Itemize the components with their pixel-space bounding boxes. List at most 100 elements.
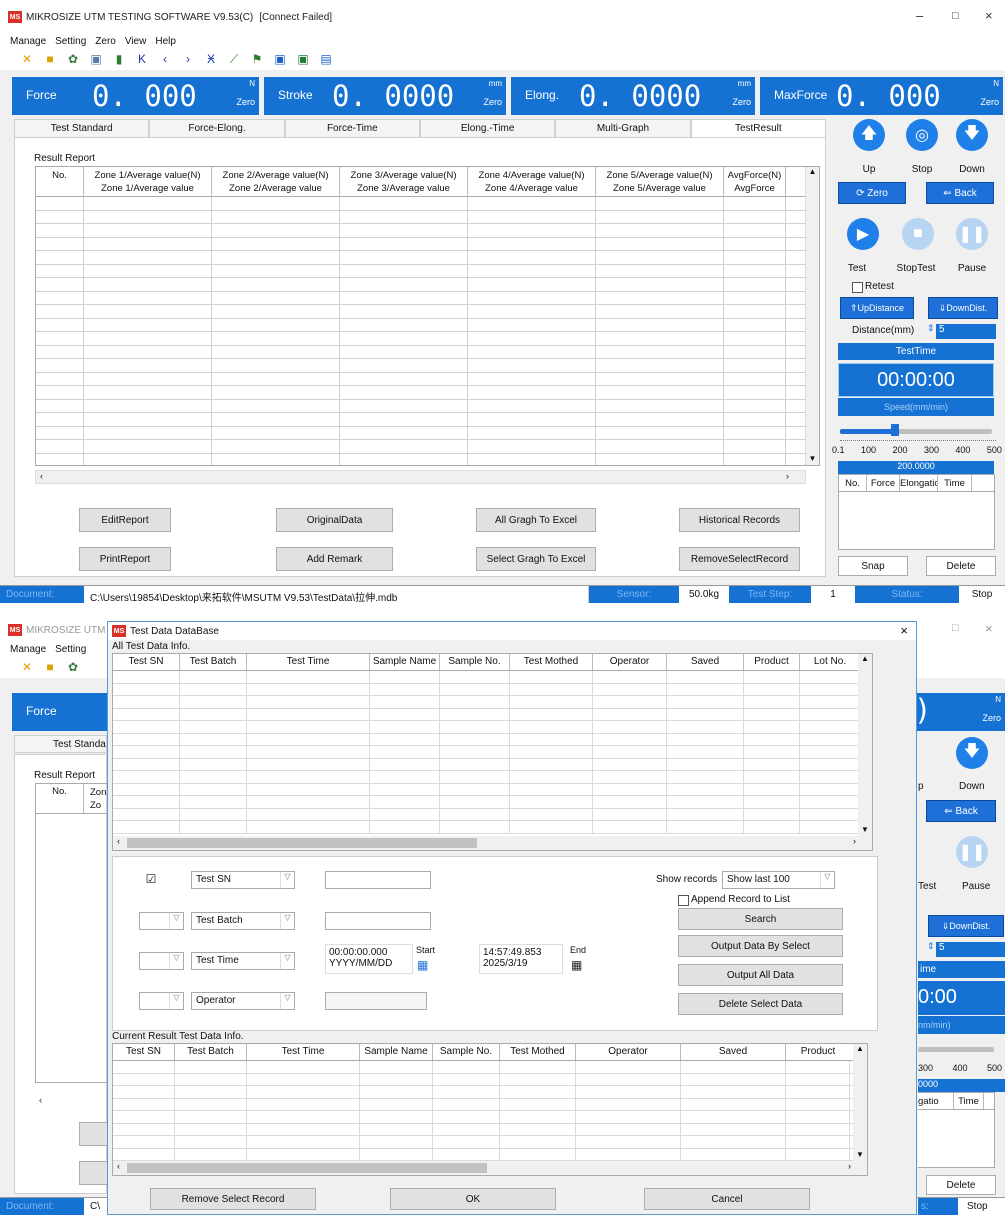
close-button[interactable]: × bbox=[985, 8, 993, 23]
table-row[interactable] bbox=[113, 733, 872, 746]
table-row[interactable] bbox=[36, 345, 819, 359]
table-row[interactable] bbox=[113, 771, 872, 784]
table-row[interactable] bbox=[113, 708, 872, 721]
up-distance-button[interactable]: ⇑ UpDistance bbox=[840, 297, 914, 319]
ok-button[interactable]: OK bbox=[390, 1188, 556, 1210]
back-button[interactable]: ⇐ Back bbox=[926, 800, 996, 822]
current-grid-vscroll[interactable]: ▲ ▼ bbox=[853, 1044, 867, 1175]
menu-zero[interactable]: Zero bbox=[95, 36, 116, 47]
maxforce-zero-button[interactable]: Zero bbox=[980, 97, 999, 107]
all-grid-vscroll[interactable]: ▲ ▼ bbox=[858, 654, 872, 850]
stop-icon[interactable]: ◎ bbox=[906, 119, 938, 151]
remove-select-record-button[interactable]: RemoveSelectRecord bbox=[679, 547, 800, 571]
delete-select-data-button[interactable]: Delete Select Data bbox=[678, 993, 843, 1015]
result-grid[interactable]: No. Zone 1/Average value(N) Zone 1/Averag… bbox=[35, 166, 820, 466]
down-arrow-icon[interactable]: 🡇 bbox=[956, 737, 988, 769]
tools-icon[interactable]: ✕ bbox=[18, 658, 36, 676]
next-icon[interactable]: › bbox=[179, 50, 197, 68]
table-row[interactable] bbox=[113, 1086, 867, 1099]
maximize-button[interactable]: □ bbox=[952, 10, 959, 22]
tab-test-result[interactable]: TestResult bbox=[690, 119, 826, 137]
maximize-button[interactable]: □ bbox=[952, 622, 959, 634]
menu-manage[interactable]: Manage bbox=[10, 36, 46, 47]
table-row[interactable] bbox=[113, 683, 872, 696]
vertical-scrollbar[interactable]: ▲ ▼ bbox=[805, 167, 819, 465]
remove-select-record-button[interactable]: Remove Select Record bbox=[150, 1188, 316, 1210]
historical-records-button[interactable]: Historical Records bbox=[679, 508, 800, 532]
show-records-select[interactable]: Show last 100 ▽ bbox=[722, 871, 835, 889]
tab-test-standard[interactable]: Test Standard bbox=[14, 119, 150, 137]
table-row[interactable] bbox=[36, 291, 819, 305]
table-row[interactable] bbox=[36, 386, 819, 400]
filter-field-4[interactable]: Operator ▽ bbox=[191, 992, 295, 1010]
logic-select-4[interactable]: ▽ bbox=[139, 992, 184, 1010]
end-calendar-icon[interactable]: ▦ bbox=[571, 958, 582, 972]
table-row[interactable] bbox=[36, 372, 819, 386]
original-data-button[interactable]: OriginalData bbox=[276, 508, 393, 532]
export-icon[interactable]: ▤ bbox=[317, 50, 335, 68]
scroll-down-icon[interactable]: ▼ bbox=[806, 454, 819, 463]
zero-button[interactable]: ⟳ Zero bbox=[838, 182, 906, 204]
scroll-left-icon[interactable]: ‹ bbox=[39, 1095, 42, 1105]
curve-icon[interactable]: ⟋ bbox=[225, 50, 243, 68]
table-row[interactable] bbox=[113, 1123, 867, 1136]
table-row[interactable] bbox=[36, 264, 819, 278]
speed-slider[interactable] bbox=[918, 1047, 994, 1052]
open-folder-icon[interactable]: ■ bbox=[41, 50, 59, 68]
filter-value-4[interactable] bbox=[325, 992, 427, 1010]
all-data-grid[interactable]: Test SN Test Batch Test Time Sample Name… bbox=[112, 653, 873, 851]
filter-field-2[interactable]: Test Batch ▽ bbox=[191, 912, 295, 930]
table-row[interactable] bbox=[36, 224, 819, 238]
tab-force-elong[interactable]: Force-Elong. bbox=[149, 119, 285, 137]
table-row[interactable] bbox=[113, 1148, 867, 1161]
output-by-select-button[interactable]: Output Data By Select bbox=[678, 935, 843, 957]
menu-setting[interactable]: Setting bbox=[55, 36, 86, 47]
down-distance-button[interactable]: ⇓ DownDist. bbox=[928, 297, 998, 319]
prev-icon[interactable]: ‹ bbox=[156, 50, 174, 68]
elong-zero-button[interactable]: Zero bbox=[732, 97, 751, 107]
table-row[interactable] bbox=[113, 1136, 867, 1149]
select-graph-excel-button[interactable]: Select Gragh To Excel bbox=[476, 547, 596, 571]
table-row[interactable] bbox=[36, 305, 819, 319]
settings-gear-icon[interactable]: ✿ bbox=[64, 658, 82, 676]
snap-button[interactable]: Snap bbox=[838, 556, 908, 576]
settings-gear-icon[interactable]: ✿ bbox=[64, 50, 82, 68]
dialog-close-button[interactable]: × bbox=[900, 623, 908, 638]
menu-manage[interactable]: Manage bbox=[10, 644, 46, 655]
edit-report-button[interactable]: EditReport bbox=[79, 508, 171, 532]
scroll-up-icon[interactable]: ▲ bbox=[806, 167, 819, 176]
table-row[interactable] bbox=[113, 1073, 867, 1086]
play-icon[interactable]: ▶ bbox=[847, 218, 879, 250]
down-arrow-icon[interactable]: 🡇 bbox=[956, 119, 988, 151]
scroll-left-icon[interactable]: ‹ bbox=[40, 471, 43, 481]
append-record-checkbox[interactable] bbox=[678, 895, 689, 906]
up-arrow-icon[interactable]: 🡅 bbox=[853, 119, 885, 151]
distance-input[interactable]: 5 bbox=[936, 324, 996, 339]
delete-button[interactable]: Delete bbox=[926, 556, 996, 576]
table-row[interactable] bbox=[36, 413, 819, 427]
table-row[interactable] bbox=[36, 399, 819, 413]
table-row[interactable] bbox=[113, 671, 872, 684]
speed-slider-thumb[interactable] bbox=[890, 424, 899, 436]
test-sn-checkbox[interactable]: ☑ bbox=[144, 873, 158, 889]
delete-icon[interactable]: ▮ bbox=[110, 50, 128, 68]
add-remark-button[interactable]: Add Remark bbox=[276, 547, 393, 571]
table-row[interactable] bbox=[36, 210, 819, 224]
close-button[interactable]: × bbox=[985, 621, 993, 636]
table-row[interactable] bbox=[36, 453, 819, 465]
tab-test-standard[interactable]: Test Standa bbox=[14, 735, 107, 753]
filter-field-1[interactable]: Test SN ▽ bbox=[191, 871, 295, 889]
minimize-button[interactable]: – bbox=[916, 8, 923, 23]
menu-view[interactable]: View bbox=[125, 36, 147, 47]
print-report-button[interactable]: PrintReport bbox=[79, 547, 171, 571]
current-grid-hscroll[interactable]: ‹ › bbox=[113, 1161, 867, 1175]
stroke-zero-button[interactable]: Zero bbox=[483, 97, 502, 107]
table-row[interactable] bbox=[113, 746, 872, 759]
table-row[interactable] bbox=[113, 783, 872, 796]
table-row[interactable] bbox=[36, 251, 819, 265]
all-grid-hscroll[interactable]: ‹ › bbox=[113, 836, 872, 850]
speed-slider[interactable] bbox=[840, 424, 992, 436]
down-distance-button[interactable]: ⇓ DownDist. bbox=[928, 915, 1004, 937]
last-icon[interactable]: Ӿ bbox=[202, 50, 220, 68]
search-button[interactable]: Search bbox=[678, 908, 843, 930]
